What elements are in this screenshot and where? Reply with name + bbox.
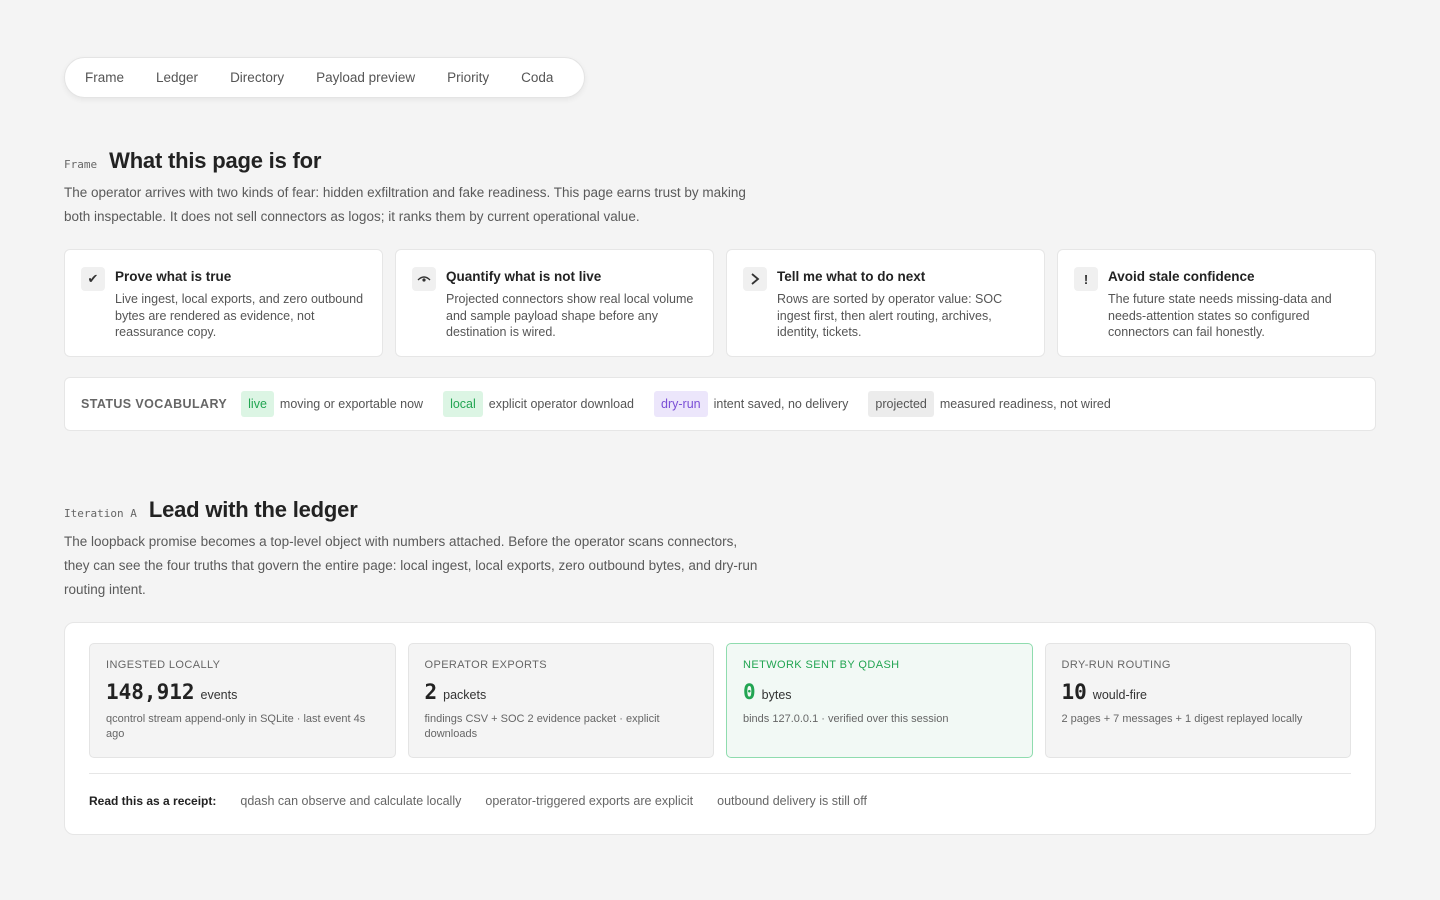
card-title: Avoid stale confidence: [1108, 269, 1255, 284]
tab-coda[interactable]: Coda: [505, 57, 569, 98]
tab-directory[interactable]: Directory: [214, 57, 300, 98]
card-title: Prove what is true: [115, 269, 232, 284]
metric-unit: packets: [443, 688, 487, 702]
frame-title: What this page is for: [109, 148, 322, 173]
receipt-item: qdash can observe and calculate locally: [240, 794, 462, 808]
card-next: Tell me what to do next Rows are sorted …: [726, 249, 1045, 357]
metric-label: INGESTED LOCALLY: [106, 659, 221, 671]
iteration-lede-line: routing intent.: [64, 582, 146, 597]
metric-network-sent: NETWORK SENT BY QDASH 0 bytes binds 127.…: [726, 643, 1033, 758]
frame-lede: The operator arrives with two kinds of f…: [64, 181, 746, 229]
metric-label: DRY-RUN ROUTING: [1061, 659, 1171, 671]
card-prove: ✔ Prove what is true Live ingest, local …: [64, 249, 383, 357]
ledger-metrics: INGESTED LOCALLY 148,912 events qcontrol…: [89, 643, 1351, 758]
tab-ledger[interactable]: Ledger: [140, 57, 214, 98]
vocab-desc: moving or exportable now: [279, 397, 424, 411]
metric-note: qcontrol stream append-only in SQLite · …: [106, 713, 366, 740]
receipt-label: Read this as a receipt:: [89, 794, 217, 808]
tab-payload-preview[interactable]: Payload preview: [300, 57, 431, 98]
metric-value: 10: [1061, 680, 1087, 704]
vocab-desc: explicit operator download: [488, 397, 635, 411]
card-stale: ! Avoid stale confidence The future stat…: [1057, 249, 1376, 357]
status-badge-local: local: [443, 391, 483, 417]
receipt-row: Read this as a receipt: qdash can observ…: [89, 794, 867, 808]
iteration-kicker: Iteration A: [64, 507, 137, 520]
ledger-panel: INGESTED LOCALLY 148,912 events qcontrol…: [64, 622, 1376, 835]
metric-note: binds 127.0.0.1 · verified over this ses…: [743, 713, 949, 725]
tab-frame[interactable]: Frame: [69, 57, 140, 98]
iteration-lede: The loopback promise becomes a top-level…: [64, 530, 757, 602]
metric-unit: bytes: [761, 688, 792, 702]
receipt-item: operator-triggered exports are explicit: [485, 794, 694, 808]
status-badge-projected: projected: [868, 391, 934, 417]
iteration-section-header: Iteration A Lead with the ledger: [64, 497, 358, 523]
receipt-item: outbound delivery is still off: [717, 794, 867, 808]
card-body: Rows are sorted by operator value: SOC i…: [777, 292, 1003, 339]
metric-label: NETWORK SENT BY QDASH: [743, 659, 900, 671]
status-badge-dry-run: dry-run: [654, 391, 708, 417]
card-quantify: Quantify what is not live Projected conn…: [395, 249, 714, 357]
metric-note: 2 pages + 7 messages + 1 digest replayed…: [1061, 713, 1303, 725]
card-body: The future state needs missing-data and …: [1108, 292, 1332, 339]
metric-unit: events: [200, 688, 238, 702]
metric-exports: OPERATOR EXPORTS 2 packets findings CSV …: [407, 643, 714, 758]
check-icon: ✔: [81, 267, 105, 291]
tab-priority[interactable]: Priority: [431, 57, 505, 98]
iteration-title: Lead with the ledger: [148, 497, 358, 522]
metric-value: 148,912: [106, 680, 195, 704]
metric-note: findings CSV + SOC 2 evidence packet · e…: [424, 713, 660, 740]
metric-value: 2: [424, 680, 438, 704]
iteration-lede-line: The loopback promise becomes a top-level…: [64, 534, 738, 549]
eye-icon: [412, 267, 436, 291]
frame-kicker: Frame: [64, 158, 98, 171]
metric-ingested: INGESTED LOCALLY 148,912 events qcontrol…: [89, 643, 396, 758]
iteration-lede-line: they can see the four truths that govern…: [64, 558, 758, 573]
frame-lede-line: The operator arrives with two kinds of f…: [64, 185, 746, 200]
divider: [89, 773, 1351, 774]
vocab-label: STATUS VOCABULARY: [81, 397, 228, 411]
vocab-desc: intent saved, no delivery: [713, 397, 849, 411]
card-title: Quantify what is not live: [446, 269, 602, 284]
status-vocabulary: STATUS VOCABULARY live moving or exporta…: [64, 377, 1376, 431]
frame-cards: ✔ Prove what is true Live ingest, local …: [64, 249, 1376, 357]
card-title: Tell me what to do next: [777, 269, 926, 284]
exclamation-icon: !: [1074, 267, 1098, 291]
metric-value: 0: [743, 680, 756, 704]
frame-section-header: Frame What this page is for: [64, 148, 321, 174]
chevron-right-icon: [743, 267, 767, 291]
metric-label: OPERATOR EXPORTS: [424, 659, 548, 671]
card-body: Projected connectors show real local vol…: [446, 292, 694, 339]
status-badge-live: live: [241, 391, 274, 417]
vocab-desc: measured readiness, not wired: [939, 397, 1111, 411]
metric-unit: would-fire: [1092, 688, 1147, 702]
card-body: Live ingest, local exports, and zero out…: [115, 292, 364, 339]
metric-dry-run: DRY-RUN ROUTING 10 would-fire 2 pages + …: [1044, 643, 1351, 758]
section-nav: Frame Ledger Directory Payload preview P…: [64, 57, 585, 98]
frame-lede-line: both inspectable. It does not sell conne…: [64, 209, 640, 224]
